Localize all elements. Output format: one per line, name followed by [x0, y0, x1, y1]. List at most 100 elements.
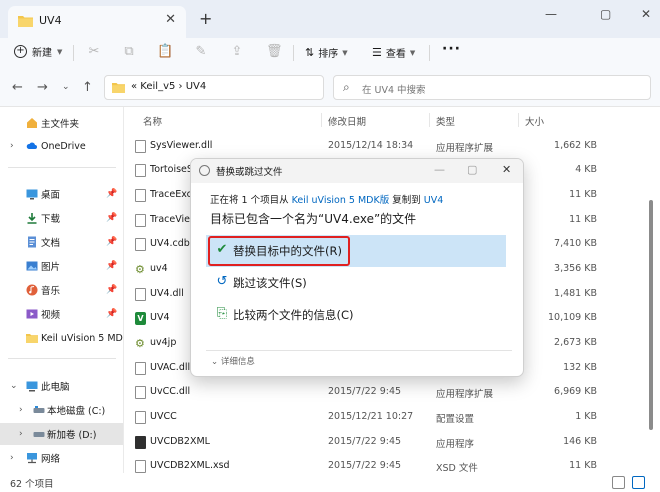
- dialog-heading: 目标已包含一个名为“UV4.exe”的文件: [210, 212, 417, 226]
- dialog-title: 替换或跳过文件: [216, 167, 283, 178]
- chevron-down-icon[interactable]: ⌄: [62, 82, 70, 92]
- toolbar-divider: [293, 45, 294, 61]
- dialog-divider: [206, 350, 512, 351]
- details-view-icon[interactable]: [612, 476, 625, 489]
- cut-icon[interactable]: ✂: [87, 45, 101, 59]
- sidebar-item-downloads[interactable]: 下载 📌: [0, 207, 123, 229]
- sidebar-item-drive-d[interactable]: › 新加卷 (D:): [0, 423, 123, 445]
- sidebar-item-desktop[interactable]: 桌面 📌: [0, 183, 123, 205]
- sidebar-item-videos[interactable]: 视频 📌: [0, 303, 123, 325]
- file-row[interactable]: UVCDB2XML 2015/7/22 9:45 应用程序 146 KB: [125, 431, 660, 453]
- delete-icon[interactable]: 🗑: [266, 45, 283, 59]
- column-header-date[interactable]: 修改日期: [328, 114, 366, 128]
- sidebar-item-drive-c[interactable]: › 本地磁盘 (C:): [0, 399, 123, 421]
- address-bar[interactable]: « Keil_v5 › UV4: [104, 75, 324, 100]
- plus-icon: +: [14, 45, 27, 58]
- file-row[interactable]: UVCC 2015/12/21 10:27 配置设置 1 KB: [125, 406, 660, 428]
- chevron-down-icon: ▼: [409, 48, 416, 57]
- pin-icon[interactable]: 📌: [106, 189, 117, 199]
- compare-files-option[interactable]: ⎘ 比较两个文件的信息(C): [206, 299, 506, 331]
- chevron-right-icon[interactable]: ›: [10, 141, 14, 151]
- breadcrumb[interactable]: « Keil_v5 › UV4: [131, 81, 206, 92]
- sidebar-item-music[interactable]: 音乐 📌: [0, 279, 123, 301]
- file-icon: [135, 214, 146, 227]
- more-details-toggle[interactable]: ⌄ 详细信息: [211, 355, 255, 367]
- vertical-scrollbar[interactable]: [646, 110, 656, 470]
- skip-icon: ↺: [216, 274, 228, 289]
- scrollbar-thumb[interactable]: [649, 200, 653, 430]
- file-row[interactable]: UVCDB2XML.xsd 2015/7/22 9:45 XSD 文件 11 K…: [125, 455, 660, 473]
- sidebar-item-pictures[interactable]: 图片 📌: [0, 255, 123, 277]
- arrow-up-icon[interactable]: ↑: [82, 80, 93, 95]
- search-box[interactable]: ⌕ 在 UV4 中搜索: [333, 75, 651, 100]
- file-row[interactable]: SysViewer.dll 2015/12/14 18:34 应用程序扩展 1,…: [125, 135, 660, 157]
- column-divider[interactable]: [429, 113, 430, 127]
- sidebar-item-network[interactable]: › 网络: [0, 447, 123, 469]
- view-button[interactable]: ☰ 查看 ▼: [372, 45, 415, 60]
- pin-icon[interactable]: 📌: [106, 309, 117, 319]
- pin-icon[interactable]: 📌: [106, 213, 117, 223]
- file-row[interactable]: UvCC.dll 2015/7/22 9:45 应用程序扩展 6,969 KB: [125, 381, 660, 403]
- tab-title: UV4: [39, 14, 62, 27]
- replace-or-skip-dialog: 替换或跳过文件 — ▢ ✕ 正在将 1 个项目从 Keil uVision 5 …: [190, 158, 524, 377]
- paste-icon[interactable]: 📋: [157, 45, 173, 59]
- sidebar-divider: [8, 167, 116, 168]
- dialog-close-icon[interactable]: ✕: [502, 163, 511, 176]
- rename-icon[interactable]: ✎: [194, 45, 208, 59]
- column-header-type[interactable]: 类型: [436, 114, 455, 128]
- more-options-button[interactable]: ···: [442, 41, 461, 57]
- maximize-icon[interactable]: ▢: [600, 7, 611, 21]
- view-label: 查看: [385, 49, 406, 60]
- sort-icon: ⇅: [305, 46, 315, 59]
- sidebar-item-onedrive[interactable]: › OneDrive: [0, 135, 123, 157]
- dialog-title-bar: 替换或跳过文件 — ▢ ✕: [191, 159, 523, 183]
- app-file-icon: [135, 436, 146, 449]
- chevron-down-icon: ⌄: [211, 357, 219, 367]
- dll-file-icon: [135, 386, 146, 399]
- source-link[interactable]: Keil uVision 5 MDK版: [292, 195, 390, 206]
- home-icon: [27, 118, 37, 128]
- minimize-icon[interactable]: —: [434, 163, 445, 176]
- new-tab-icon[interactable]: +: [199, 9, 212, 28]
- folder-icon: [18, 16, 33, 27]
- download-icon: [27, 213, 37, 224]
- chevron-right-icon[interactable]: ›: [19, 429, 23, 439]
- pin-icon[interactable]: 📌: [106, 237, 117, 247]
- settings-file-icon: ⚙: [135, 337, 145, 350]
- share-icon[interactable]: ⇪: [230, 45, 244, 59]
- explorer-tab[interactable]: UV4 ✕: [8, 6, 186, 38]
- tab-close-icon[interactable]: ✕: [165, 12, 176, 27]
- column-divider[interactable]: [321, 113, 322, 127]
- replace-file-option[interactable]: ✔ 替换目标中的文件(R): [206, 235, 506, 267]
- arrow-right-icon[interactable]: →: [37, 80, 48, 95]
- maximize-icon[interactable]: ▢: [467, 163, 477, 176]
- skip-file-option[interactable]: ↺ 跳过该文件(S): [206, 267, 506, 299]
- chevron-down-icon[interactable]: ⌄: [10, 381, 18, 391]
- search-input[interactable]: 在 UV4 中搜索: [362, 82, 426, 96]
- toolbar-divider: [429, 45, 430, 61]
- sidebar-item-documents[interactable]: 文档 📌: [0, 231, 123, 253]
- sort-button[interactable]: ⇅ 排序 ▼: [305, 45, 348, 60]
- window-close-icon[interactable]: ✕: [641, 7, 651, 21]
- sidebar-item-home[interactable]: 主文件夹: [0, 112, 123, 134]
- status-bar: 62 个项目: [0, 473, 660, 492]
- pin-icon[interactable]: 📌: [106, 261, 117, 271]
- copy-icon[interactable]: ⧉: [122, 45, 136, 59]
- folder-icon: [112, 83, 125, 93]
- new-button[interactable]: + 新建 ▼: [14, 44, 62, 59]
- new-button-label: 新建: [32, 48, 52, 59]
- pin-icon[interactable]: 📌: [106, 285, 117, 295]
- minimize-icon[interactable]: —: [545, 7, 557, 21]
- column-divider[interactable]: [518, 113, 519, 127]
- arrow-left-icon[interactable]: ←: [12, 80, 23, 95]
- column-header-name[interactable]: 名称: [143, 114, 162, 128]
- document-icon: [28, 236, 36, 248]
- chevron-right-icon[interactable]: ›: [10, 453, 14, 463]
- sidebar-item-this-pc[interactable]: ⌄ 此电脑: [0, 375, 123, 397]
- sidebar-item-keil-folder[interactable]: Keil uVision 5 MD: [0, 327, 123, 349]
- destination-link[interactable]: UV4: [424, 195, 444, 206]
- column-header-size[interactable]: 大小: [525, 114, 544, 128]
- tiles-view-icon[interactable]: [632, 476, 645, 489]
- chevron-right-icon[interactable]: ›: [19, 405, 23, 415]
- chevron-down-icon: ▼: [342, 48, 348, 57]
